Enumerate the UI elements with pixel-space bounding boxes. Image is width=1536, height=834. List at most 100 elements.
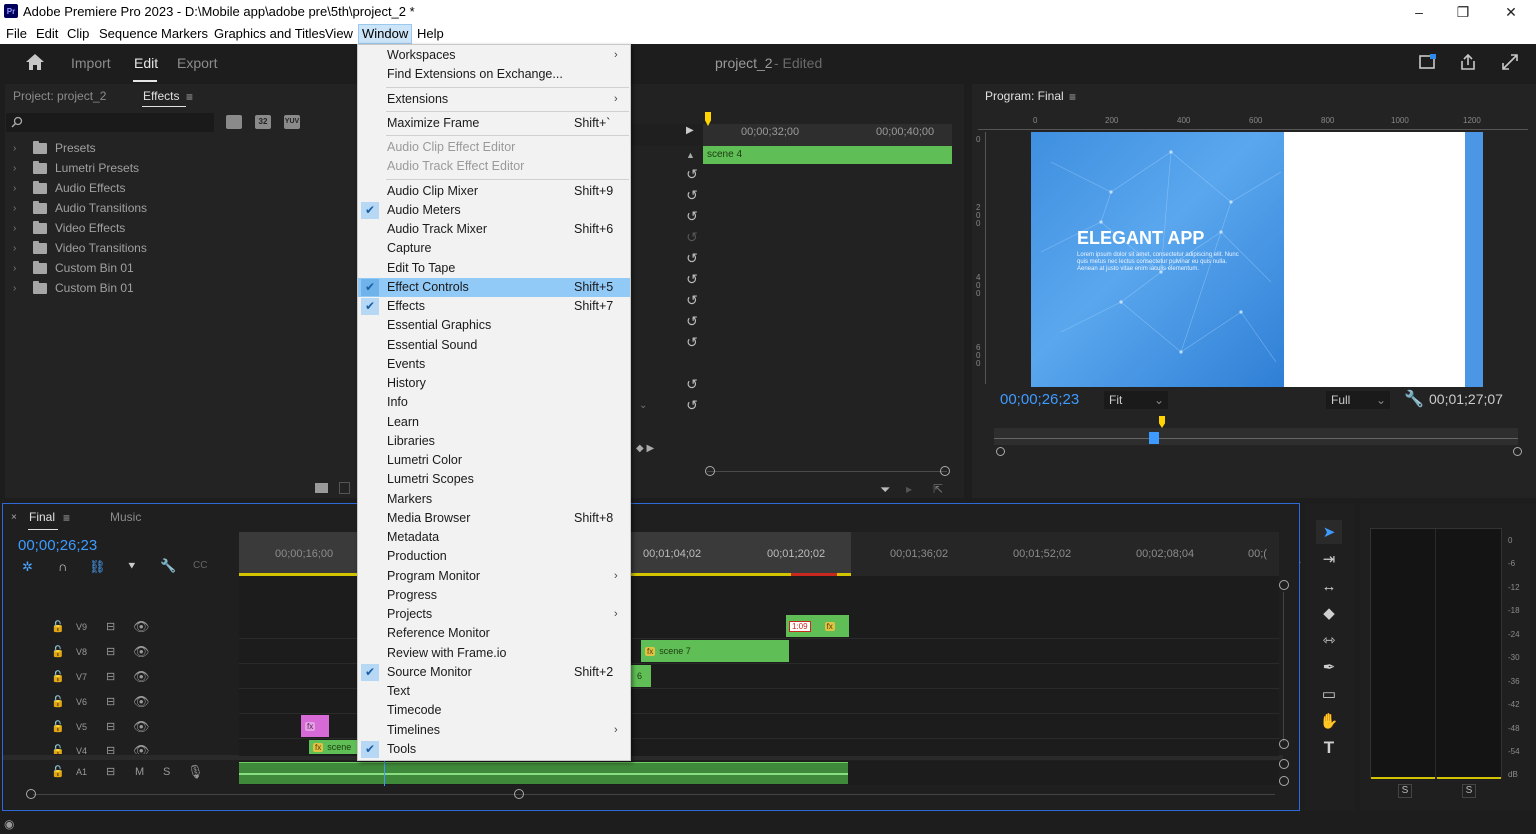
chevron-right-icon[interactable]: ›: [13, 243, 21, 254]
menu-item-media-browser[interactable]: Media Browser Shift+8: [358, 509, 630, 528]
audio-vscroll-bottom[interactable]: [1279, 776, 1289, 786]
hscroll-right-handle[interactable]: [514, 789, 524, 799]
source-clip-scene4[interactable]: scene 4: [703, 146, 952, 164]
clip-v4[interactable]: fx scene: [309, 740, 359, 754]
mute-button[interactable]: M: [135, 766, 144, 778]
settings-wrench-icon[interactable]: 🔧: [1404, 389, 1424, 409]
linked-selection-icon[interactable]: ⛓: [89, 559, 106, 575]
status-eye-icon[interactable]: ◉: [4, 817, 14, 831]
hscroll-left-handle[interactable]: [26, 789, 36, 799]
menu-item-find-extensions-on-exchange[interactable]: Find Extensions on Exchange...: [358, 65, 630, 84]
home-icon[interactable]: [24, 52, 46, 72]
menu-item-essential-graphics[interactable]: Essential Graphics: [358, 316, 630, 335]
zoom-handle-right[interactable]: [940, 466, 950, 476]
menu-markers[interactable]: Markers: [158, 24, 211, 44]
selection-tool-icon[interactable]: ➤: [1316, 520, 1342, 544]
program-scrubber[interactable]: [994, 428, 1518, 445]
vscroll-bottom-handle[interactable]: [1279, 739, 1289, 749]
menu-item-review-with-frame-io[interactable]: Review with Frame.io: [358, 644, 630, 663]
eye-icon[interactable]: 👁: [133, 743, 150, 754]
tab-import[interactable]: Import: [71, 55, 111, 71]
minimize-button[interactable]: –: [1396, 0, 1442, 24]
play-only-icon[interactable]: ▶: [686, 125, 694, 136]
menu-item-workspaces[interactable]: Workspaces ›: [358, 46, 630, 65]
solo-left-button[interactable]: S: [1398, 784, 1412, 798]
panel-menu-icon[interactable]: ≡: [186, 90, 193, 104]
menu-item-lumetri-color[interactable]: Lumetri Color: [358, 451, 630, 470]
tab-music-sequence[interactable]: Music: [110, 510, 141, 524]
menu-item-progress[interactable]: Progress: [358, 586, 630, 605]
eye-icon[interactable]: 👁: [133, 719, 150, 735]
chevron-right-icon[interactable]: ›: [13, 283, 21, 294]
panel-menu-icon[interactable]: ≡: [63, 511, 70, 525]
tree-item-lumetri-presets[interactable]: › Lumetri Presets: [13, 158, 139, 178]
program-monitor-title[interactable]: Program: Final: [985, 89, 1064, 103]
zoom-scroll-track[interactable]: [707, 471, 947, 472]
close-tab-icon[interactable]: ×: [11, 512, 17, 523]
menu-item-audio-track-mixer[interactable]: Audio Track Mixer Shift+6: [358, 220, 630, 239]
yuv-effects-icon[interactable]: YUV: [284, 115, 300, 129]
menu-item-markers[interactable]: Markers: [358, 490, 630, 509]
tree-item-custom-bin-2[interactable]: › Custom Bin 01: [13, 278, 134, 298]
program-timecode[interactable]: 00;00;26;23: [1000, 391, 1079, 408]
zoom-handle-left[interactable]: [705, 466, 715, 476]
lock-icon[interactable]: 🔓: [51, 670, 65, 683]
dropdown-chevron-icon[interactable]: ⌄: [639, 400, 657, 414]
sync-lock-icon[interactable]: ⊟: [106, 620, 115, 633]
clip-v9[interactable]: 1:09 fx: [786, 615, 849, 637]
tree-item-audio-transitions[interactable]: › Audio Transitions: [13, 198, 147, 218]
lock-icon[interactable]: 🔓: [51, 645, 65, 658]
chevron-right-icon[interactable]: ›: [13, 143, 21, 154]
sync-lock-icon[interactable]: ⊟: [106, 695, 115, 708]
lock-icon[interactable]: 🔓: [51, 695, 65, 708]
reset-icons-column[interactable]: ↺ ↺ ↺ ↺ ↺ ↺ ↺ ↺ ↺ ↺ ↺: [681, 164, 703, 414]
menu-item-source-monitor[interactable]: ✔ Source Monitor Shift+2: [358, 663, 630, 682]
pen-tool-icon[interactable]: ✒: [1316, 655, 1342, 679]
menu-view[interactable]: View: [322, 24, 356, 44]
panel-menu-icon[interactable]: ≡: [1069, 90, 1076, 104]
timeline-timecode[interactable]: 00;00;26;23: [18, 537, 97, 554]
razor-tool-icon[interactable]: ◆: [1316, 601, 1342, 625]
tab-export[interactable]: Export: [177, 55, 217, 71]
sync-lock-icon[interactable]: ⊟: [106, 645, 115, 658]
effects-search-input[interactable]: [6, 113, 214, 132]
tab-effects[interactable]: Effects: [143, 89, 179, 103]
solo-button[interactable]: S: [163, 766, 170, 778]
menu-sequence[interactable]: Sequence: [96, 24, 161, 44]
effect-nav-icons[interactable]: ◆ ▶: [636, 443, 654, 454]
tree-item-video-transitions[interactable]: › Video Transitions: [13, 238, 147, 258]
menu-item-info[interactable]: Info: [358, 393, 630, 412]
add-marker-icon[interactable]: ⯆: [127, 559, 137, 574]
delete-icon[interactable]: [339, 482, 350, 494]
menu-item-text[interactable]: Text: [358, 682, 630, 701]
ripple-edit-tool-icon[interactable]: ↔: [1316, 574, 1342, 598]
eye-icon[interactable]: 👁: [133, 619, 150, 635]
tree-item-video-effects[interactable]: › Video Effects: [13, 218, 125, 238]
slip-tool-icon[interactable]: ⇿: [1316, 628, 1342, 652]
track-select-tool-icon[interactable]: ⇥: [1316, 547, 1342, 571]
32bit-effects-icon[interactable]: 32: [255, 115, 271, 129]
menu-item-events[interactable]: Events: [358, 355, 630, 374]
sync-lock-icon[interactable]: ⊟: [106, 720, 115, 733]
menu-item-production[interactable]: Production: [358, 547, 630, 566]
menu-item-capture[interactable]: Capture: [358, 239, 630, 258]
menu-item-maximize-frame[interactable]: Maximize Frame Shift+`: [358, 114, 630, 133]
scrub-zoom-right[interactable]: [1513, 447, 1522, 456]
menu-item-audio-clip-mixer[interactable]: Audio Clip Mixer Shift+9: [358, 182, 630, 201]
accelerated-effects-icon[interactable]: [226, 115, 242, 129]
chevron-right-icon[interactable]: ›: [13, 163, 21, 174]
rectangle-tool-icon[interactable]: ▭: [1316, 682, 1342, 706]
menu-item-extensions[interactable]: Extensions ›: [358, 90, 630, 109]
clip-scene7[interactable]: fx scene 7: [641, 640, 789, 662]
captions-icon[interactable]: CC: [193, 560, 207, 571]
menu-item-history[interactable]: History: [358, 374, 630, 393]
chevron-right-icon[interactable]: ›: [13, 223, 21, 234]
scrub-zoom-left[interactable]: [996, 447, 1005, 456]
restore-button[interactable]: ❐: [1440, 0, 1486, 24]
collapse-icon[interactable]: ▲: [686, 150, 695, 160]
eye-icon[interactable]: 👁: [133, 669, 150, 685]
menu-item-essential-sound[interactable]: Essential Sound: [358, 336, 630, 355]
clip-v7[interactable]: 6: [631, 665, 651, 687]
fullscreen-icon[interactable]: [1500, 52, 1520, 72]
menu-edit[interactable]: Edit: [33, 24, 61, 44]
